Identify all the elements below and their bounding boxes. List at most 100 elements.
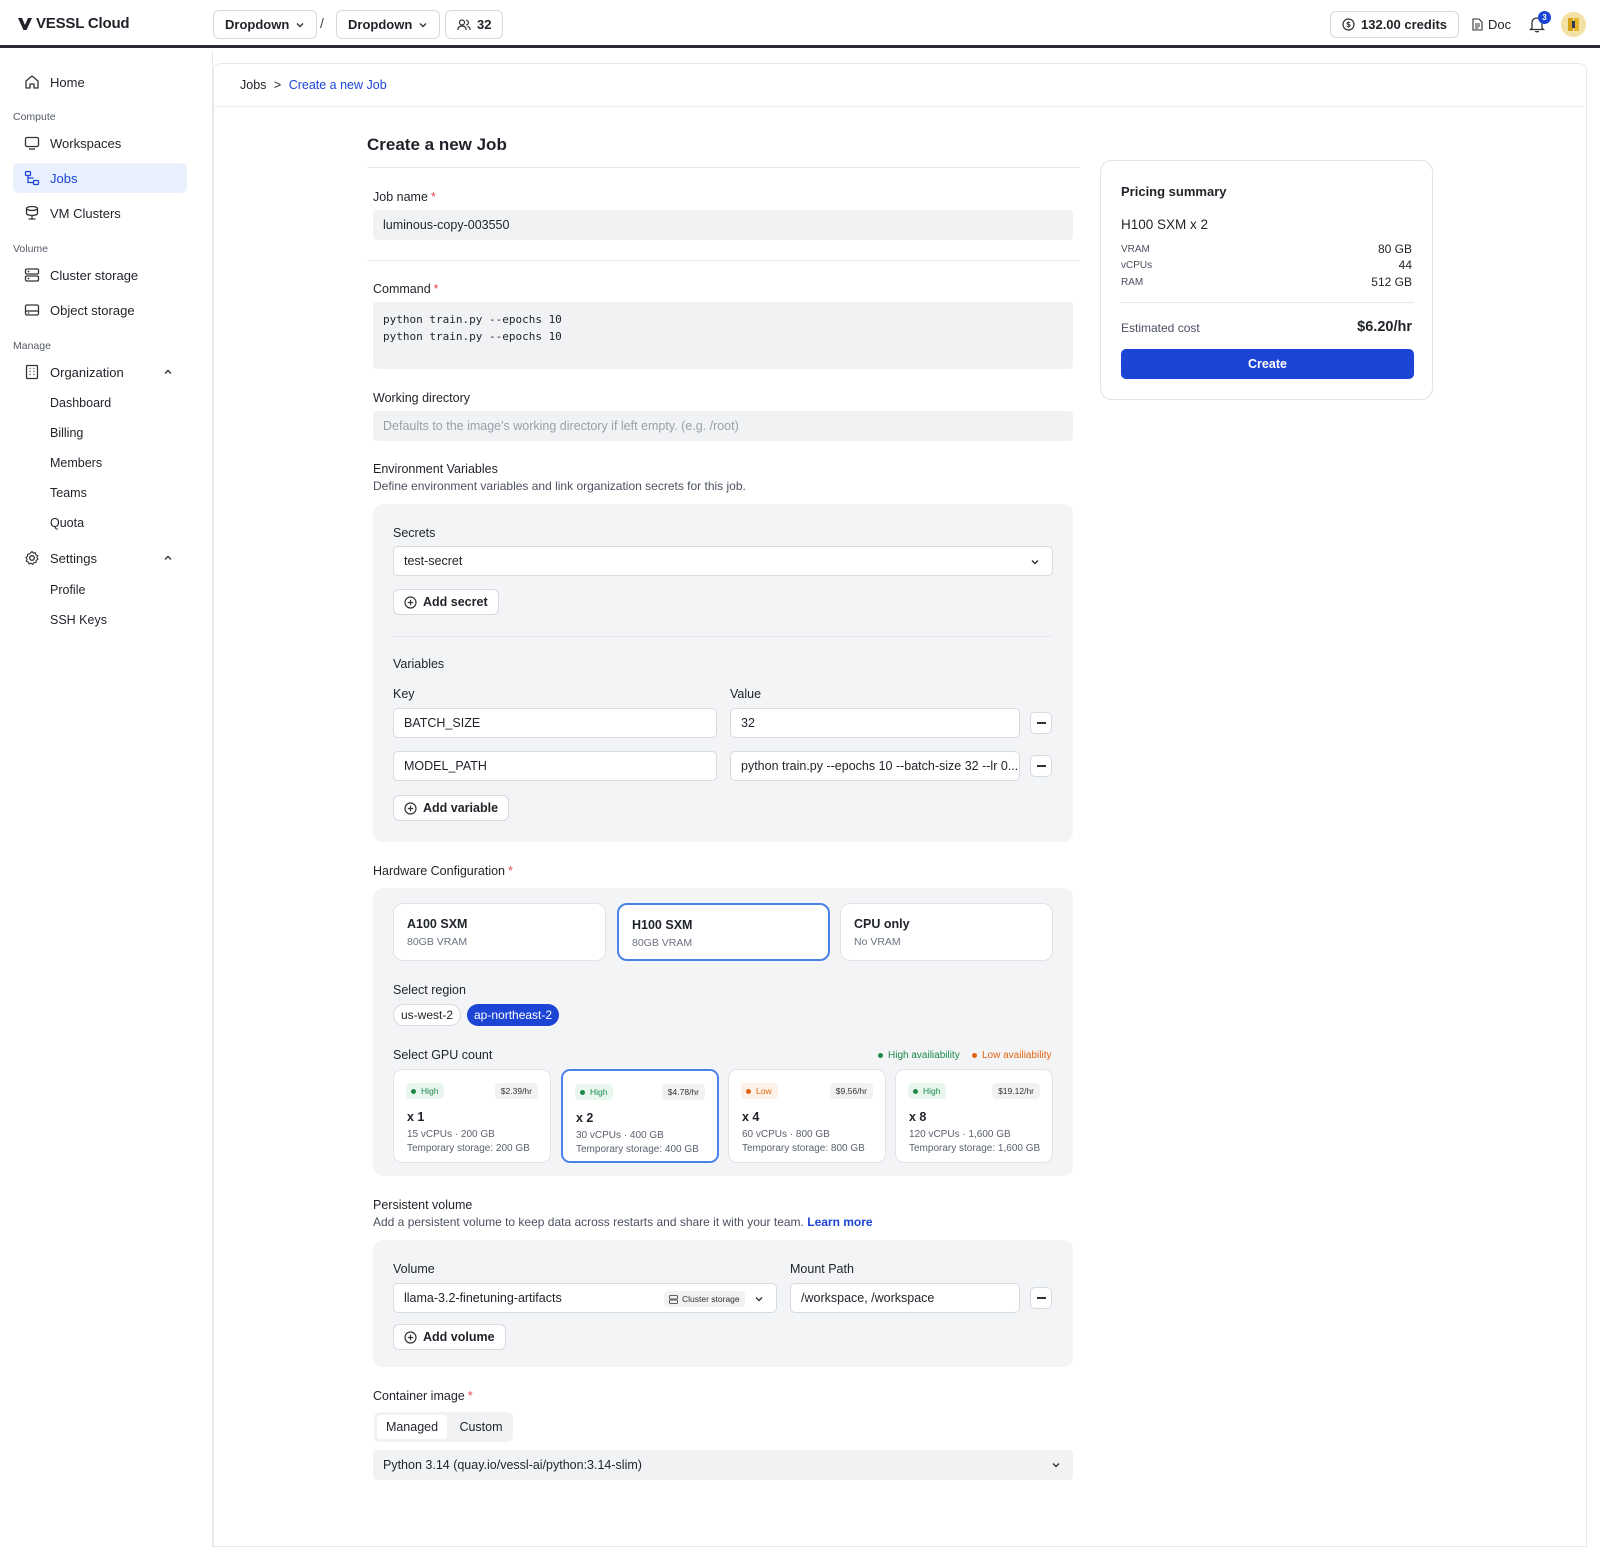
add-secret-button[interactable]: Add secret	[393, 589, 499, 615]
availability-badge: High	[406, 1083, 445, 1099]
hardware-option-a100[interactable]: A100 SXM 80GB VRAM	[393, 903, 606, 961]
sidebar-item-object-storage[interactable]: Object storage	[13, 295, 187, 325]
notification-badge: 3	[1538, 11, 1551, 24]
env-value-input[interactable]: 32	[730, 708, 1020, 738]
sidebar-item-workspaces[interactable]: Workspaces	[13, 128, 187, 158]
container-image-tabs: Managed Custom	[374, 1412, 513, 1442]
sidebar-item-ssh-keys[interactable]: SSH Keys	[50, 613, 107, 627]
members-button[interactable]: 32	[445, 10, 504, 39]
gpu-storage: Temporary storage: 200 GB	[407, 1143, 530, 1154]
sidebar-item-jobs[interactable]: Jobs	[13, 163, 187, 193]
sidebar-item-vm-clusters[interactable]: VM Clusters	[13, 198, 187, 228]
mount-path-input[interactable]: /workspace, /workspace	[790, 1283, 1020, 1313]
env-key-input[interactable]: BATCH_SIZE	[393, 708, 717, 738]
spec-label: RAM	[1121, 277, 1144, 288]
chevron-down-icon	[755, 1297, 763, 1302]
container-image-value: Python 3.14 (quay.io/vessl-ai/python:3.1…	[383, 1458, 642, 1472]
page-title: Create a new Job	[367, 135, 507, 154]
gpu-option-2[interactable]: High $4.78/hr x 2 30 vCPUs · 400 GB Temp…	[561, 1069, 719, 1163]
doc-link[interactable]: Doc	[1472, 17, 1511, 32]
gpu-option-8[interactable]: High $19.12/hr x 8 120 vCPUs · 1,600 GB …	[895, 1069, 1053, 1163]
coin-icon: $	[1342, 18, 1355, 31]
breadcrumb-current[interactable]: Create a new Job	[289, 78, 387, 92]
container-image-select[interactable]: Python 3.14 (quay.io/vessl-ai/python:3.1…	[373, 1450, 1073, 1480]
sidebar-item-label: Home	[50, 74, 85, 90]
working-dir-input[interactable]: Defaults to the image's working director…	[373, 411, 1073, 441]
sidebar-item-members[interactable]: Members	[50, 456, 102, 470]
pricing-summary-title: Pricing summary	[1121, 184, 1227, 199]
breadcrumb-jobs[interactable]: Jobs	[240, 78, 266, 92]
top-bar: VESSL Cloud Dropdown / Dropdown 32 $ 132…	[0, 0, 1600, 48]
estimated-cost-value: $6.20/hr	[1357, 319, 1412, 335]
plus-circle-icon	[404, 801, 417, 815]
availability-badge: High	[575, 1084, 614, 1100]
hardware-option-vram: 80GB VRAM	[407, 936, 468, 948]
sidebar-item-billing[interactable]: Billing	[50, 426, 83, 440]
monitor-icon	[24, 136, 40, 150]
hardware-option-cpu[interactable]: CPU only No VRAM	[840, 903, 1053, 961]
sidebar-section-manage: Manage	[13, 340, 51, 352]
chevron-up-icon	[164, 555, 172, 560]
secrets-select-value: test-secret	[404, 554, 463, 568]
minus-icon	[1036, 765, 1046, 767]
sidebar-item-profile[interactable]: Profile	[50, 583, 85, 597]
hard-drive-icon	[24, 304, 40, 316]
sidebar-item-settings[interactable]: Settings	[13, 543, 187, 573]
learn-more-link[interactable]: Learn more	[807, 1215, 872, 1229]
remove-variable-button[interactable]	[1030, 712, 1052, 734]
secrets-select[interactable]: test-secret	[393, 546, 1053, 576]
region-ap-northeast-2[interactable]: ap-northeast-2	[467, 1004, 560, 1026]
remove-volume-button[interactable]	[1030, 1287, 1052, 1309]
gpu-storage: Temporary storage: 1,600 GB	[909, 1143, 1041, 1154]
gpu-specs: 60 vCPUs · 800 GB	[742, 1129, 830, 1140]
command-line: python train.py --epochs 10	[383, 313, 562, 326]
chevron-down-icon	[419, 22, 427, 27]
avatar[interactable]	[1561, 12, 1586, 37]
pricing-summary-card: Pricing summary H100 SXM x 2 VRAM 80 GB …	[1100, 160, 1433, 400]
persistent-volume-description: Add a persistent volume to keep data acr…	[373, 1215, 873, 1229]
hardware-option-name: CPU only	[854, 917, 910, 931]
working-dir-label: Working directory	[373, 391, 471, 405]
sidebar-section-volume: Volume	[13, 243, 49, 255]
sidebar-item-dashboard[interactable]: Dashboard	[50, 396, 111, 410]
sidebar-item-cluster-storage[interactable]: Cluster storage	[13, 260, 187, 290]
volume-column-label: Volume	[393, 1262, 435, 1276]
brand-logo[interactable]: VESSL Cloud	[18, 15, 130, 32]
hardware-option-h100[interactable]: H100 SXM 80GB VRAM	[617, 903, 830, 961]
gpu-storage: Temporary storage: 400 GB	[576, 1144, 699, 1155]
server-icon	[669, 1294, 678, 1304]
sidebar-item-label: VM Clusters	[50, 205, 121, 221]
add-variable-label: Add variable	[423, 801, 499, 815]
sidebar-item-label: Cluster storage	[50, 267, 139, 283]
gpu-option-1[interactable]: High $2.39/hr x 1 15 vCPUs · 200 GB Temp…	[393, 1069, 551, 1163]
credits-button[interactable]: $ 132.00 credits	[1330, 11, 1460, 38]
workflow-icon	[24, 170, 40, 186]
sidebar-item-home[interactable]: Home	[13, 67, 187, 97]
add-volume-button[interactable]: Add volume	[393, 1324, 506, 1350]
region-label: Select region	[393, 983, 466, 997]
team-dropdown[interactable]: Dropdown	[336, 10, 441, 39]
legend-dot	[878, 1053, 883, 1058]
command-textarea[interactable]: python train.py --epochs 10 python train…	[373, 302, 1073, 369]
volume-select-value: llama-3.2-finetuning-artifacts	[404, 1291, 562, 1305]
remove-variable-button[interactable]	[1030, 755, 1052, 777]
job-name-input[interactable]: luminous-copy-003550	[373, 210, 1073, 240]
pricing-divider	[1121, 302, 1414, 303]
tab-custom[interactable]: Custom	[454, 1415, 508, 1439]
gpu-specs: 15 vCPUs · 200 GB	[407, 1129, 495, 1140]
org-dropdown[interactable]: Dropdown	[213, 10, 318, 39]
gpu-count: x 4	[742, 1110, 760, 1124]
sidebar-item-organization[interactable]: Organization	[13, 357, 187, 387]
sidebar-item-teams[interactable]: Teams	[50, 486, 87, 500]
tab-managed[interactable]: Managed	[377, 1415, 447, 1439]
sidebar-item-label: Settings	[50, 550, 97, 566]
gpu-option-4[interactable]: Low $9.56/hr x 4 60 vCPUs · 800 GB Tempo…	[728, 1069, 886, 1163]
add-variable-button[interactable]: Add variable	[393, 795, 510, 821]
env-key-input[interactable]: MODEL_PATH	[393, 751, 717, 781]
create-button[interactable]: Create	[1121, 349, 1414, 379]
env-value-input[interactable]: python train.py --epochs 10 --batch-size…	[730, 751, 1020, 781]
mount-path-label: Mount Path	[790, 1262, 854, 1276]
sidebar-item-quota[interactable]: Quota	[50, 516, 84, 530]
members-count: 32	[477, 17, 492, 32]
region-us-west-2[interactable]: us-west-2	[393, 1004, 462, 1026]
